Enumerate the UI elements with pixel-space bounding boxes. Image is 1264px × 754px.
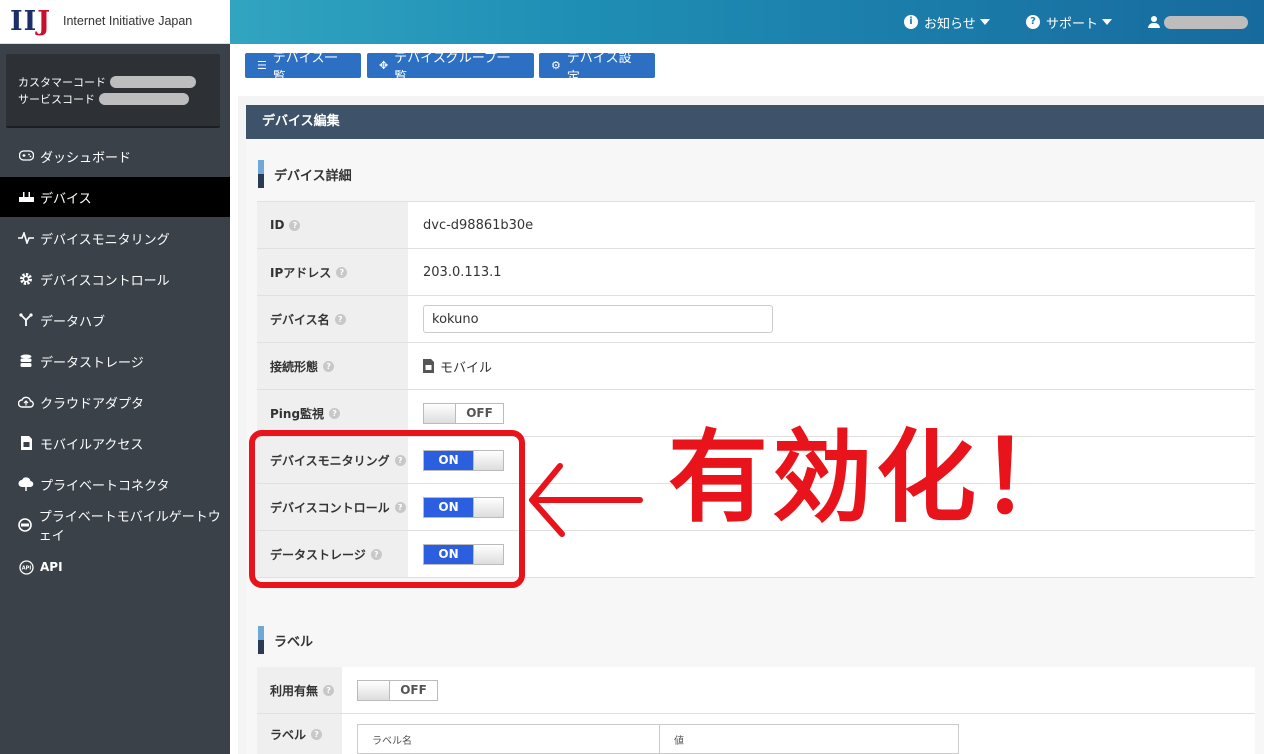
annotation-text: 有効化！ <box>668 419 1084 536</box>
highlight-box <box>249 430 525 588</box>
annotation-overlay <box>249 430 643 588</box>
